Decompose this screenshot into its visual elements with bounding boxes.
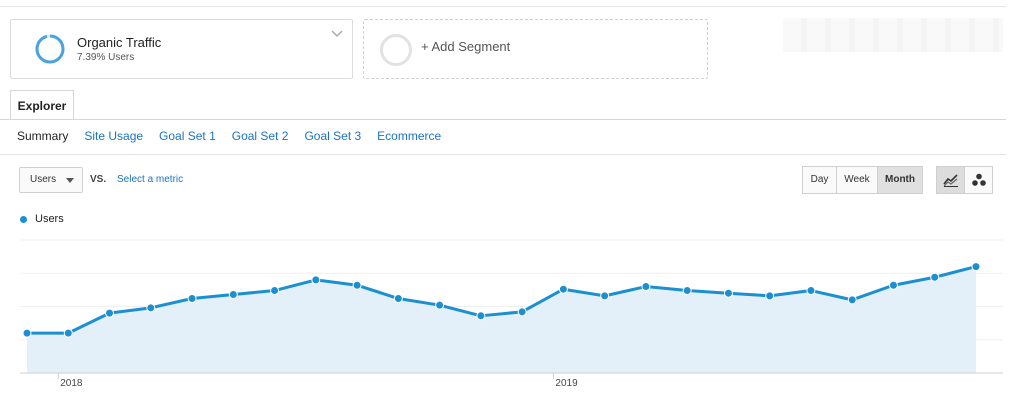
subtab-goal-set-2[interactable]: Goal Set 2 [232, 129, 289, 143]
add-segment-label: + Add Segment [421, 39, 511, 54]
subtab-divider [0, 154, 1006, 155]
data-point-14[interactable] [600, 291, 610, 301]
data-point-9[interactable] [393, 294, 403, 304]
add-segment-button[interactable]: + Add Segment [363, 19, 708, 79]
users-line-chart[interactable]: 2018 2019 [0, 230, 1006, 400]
data-point-13[interactable] [558, 284, 568, 294]
chart-type-toggle-group [936, 166, 993, 194]
data-point-20[interactable] [847, 295, 857, 305]
add-segment-ring-icon [380, 34, 412, 66]
top-divider [0, 6, 1006, 7]
vs-label: VS. [90, 174, 107, 185]
segment-ring-icon [35, 34, 65, 64]
period-toggle-group: Day Week Month [802, 166, 923, 194]
data-point-6[interactable] [270, 286, 280, 296]
motion-chart-button[interactable] [964, 166, 993, 194]
x-tick-label: 2018 [60, 378, 83, 389]
line-chart-icon [942, 174, 958, 187]
x-tick-label: 2019 [555, 378, 578, 389]
metric-dropdown[interactable]: Users [19, 167, 83, 193]
period-day-button[interactable]: Day [802, 166, 837, 194]
segment-title: Organic Traffic [77, 35, 162, 50]
period-month-button[interactable]: Month [877, 166, 923, 194]
metric-dropdown-value: Users [30, 174, 57, 185]
data-point-2[interactable] [105, 308, 115, 318]
tab-explorer[interactable]: Explorer [10, 90, 74, 120]
select-metric-link[interactable]: Select a metric [117, 174, 183, 185]
subtab-bar: Summary Site Usage Goal Set 1 Goal Set 2… [17, 129, 441, 143]
motion-chart-icon [971, 173, 986, 186]
data-point-17[interactable] [723, 288, 733, 298]
data-point-21[interactable] [888, 280, 898, 290]
data-point-19[interactable] [806, 286, 816, 296]
data-point-12[interactable] [517, 307, 527, 317]
segment-subtitle: 7.39% Users [77, 52, 135, 63]
data-point-0[interactable] [22, 328, 32, 338]
data-point-22[interactable] [930, 272, 940, 282]
segment-card-organic-traffic[interactable]: Organic Traffic 7.39% Users [10, 19, 353, 79]
line-chart-button[interactable] [936, 166, 965, 194]
data-point-11[interactable] [476, 311, 486, 321]
data-point-8[interactable] [352, 280, 362, 290]
data-point-3[interactable] [146, 303, 156, 313]
period-week-button[interactable]: Week [836, 166, 878, 194]
tab-divider [0, 119, 1006, 120]
legend-dot-icon [20, 215, 27, 223]
legend-label: Users [35, 213, 64, 225]
users-area-fill [27, 266, 976, 373]
data-point-5[interactable] [228, 290, 238, 300]
data-point-7[interactable] [311, 275, 321, 285]
blurred-region [783, 18, 1003, 52]
subtab-goal-set-3[interactable]: Goal Set 3 [304, 129, 361, 143]
data-point-10[interactable] [435, 300, 445, 310]
data-point-16[interactable] [682, 286, 692, 296]
data-point-4[interactable] [187, 294, 197, 304]
chart-legend: Users [20, 213, 64, 225]
x-axis-ticks: 2018 2019 [57, 373, 578, 389]
data-point-15[interactable] [641, 282, 651, 292]
subtab-summary[interactable]: Summary [17, 129, 68, 143]
subtab-ecommerce[interactable]: Ecommerce [377, 129, 441, 143]
data-point-23[interactable] [971, 262, 981, 272]
subtab-site-usage[interactable]: Site Usage [84, 129, 143, 143]
data-point-1[interactable] [63, 328, 73, 338]
chevron-down-icon[interactable] [330, 29, 344, 39]
subtab-goal-set-1[interactable]: Goal Set 1 [159, 129, 216, 143]
data-point-18[interactable] [765, 291, 775, 301]
caret-down-icon [66, 178, 74, 183]
